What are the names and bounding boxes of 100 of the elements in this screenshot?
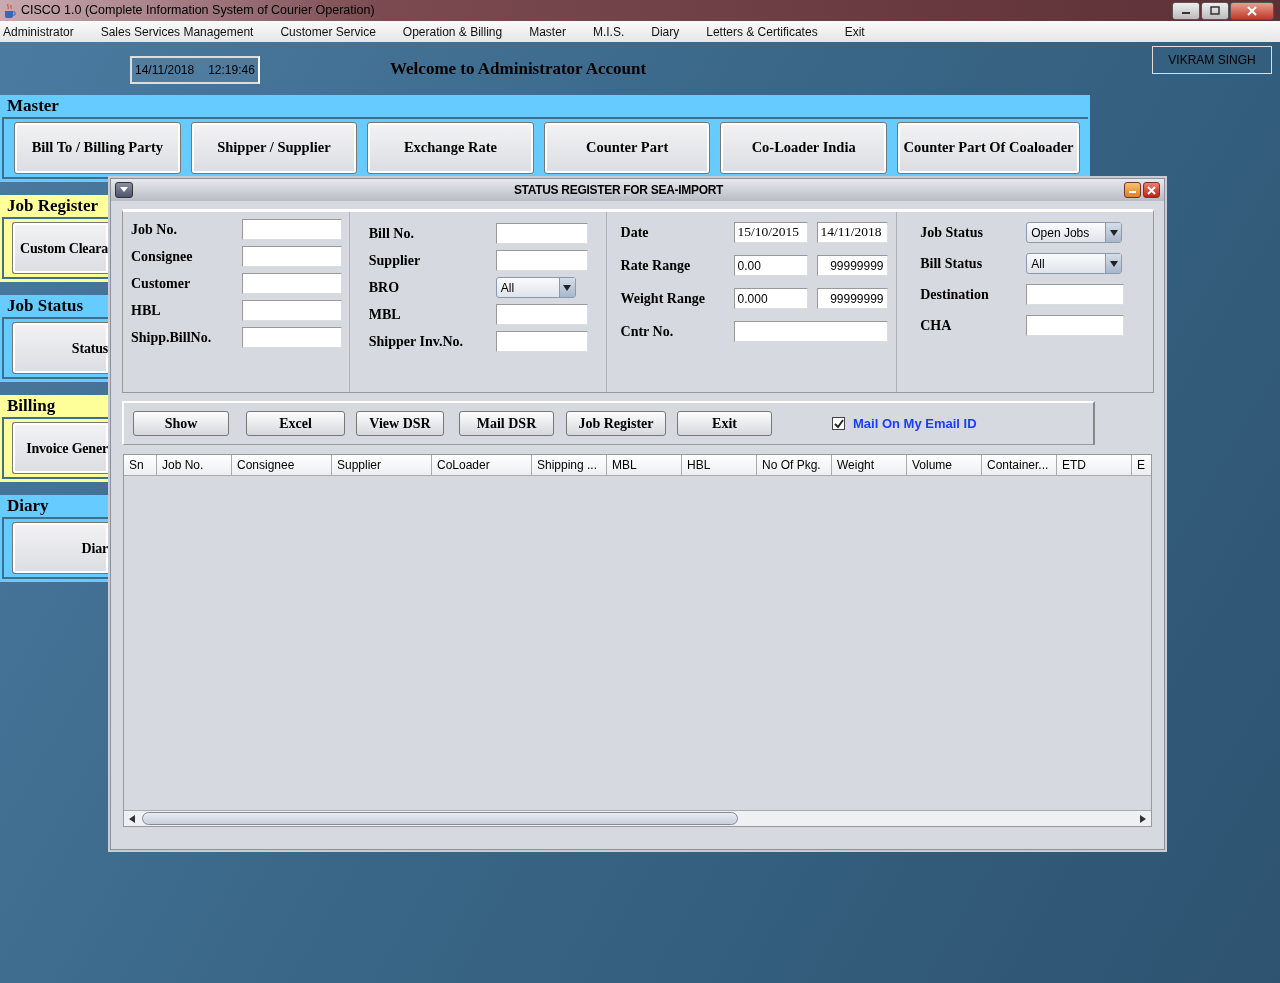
action-button[interactable]: Excel: [246, 411, 345, 436]
column-header[interactable]: Supplier: [332, 455, 432, 475]
field-label: Customer: [131, 275, 192, 293]
caret-icon: [120, 187, 128, 193]
close-button[interactable]: [1143, 182, 1160, 198]
field-label: Date: [620, 224, 650, 242]
scroll-thumb[interactable]: [142, 812, 738, 825]
column-header[interactable]: E: [1132, 455, 1151, 475]
column-header[interactable]: MBL: [607, 455, 682, 475]
menu-item[interactable]: M.I.S.: [592, 22, 625, 41]
user-name: VIKRAM SINGH: [1152, 46, 1272, 74]
dropdown[interactable]: All: [1026, 253, 1123, 274]
action-button[interactable]: Job Register: [566, 411, 666, 436]
column-header[interactable]: Sn: [124, 455, 157, 475]
input-field[interactable]: 99999999: [816, 288, 888, 309]
input-field[interactable]: 15/10/2015: [733, 222, 808, 243]
input-field[interactable]: 0.00: [733, 255, 808, 276]
caret-icon: [1109, 229, 1118, 236]
dropdown[interactable]: Open Jobs: [1026, 222, 1123, 243]
right-arrow-icon: [1140, 814, 1146, 823]
field-label: HBL: [131, 302, 162, 320]
column-header[interactable]: Shipping ...: [532, 455, 607, 475]
checkbox-label[interactable]: Mail On My Email ID: [853, 413, 977, 434]
section-button[interactable]: Bill To / Billing Party: [14, 122, 181, 174]
column-header[interactable]: ETD: [1057, 455, 1132, 475]
column-header[interactable]: HBL: [682, 455, 757, 475]
section-button[interactable]: Counter Part Of Coaloader: [896, 122, 1080, 174]
field-label: Supplier: [368, 252, 422, 270]
check-icon: [833, 418, 844, 429]
section-button[interactable]: Exchange Rate: [367, 122, 534, 174]
menu-item[interactable]: Administrator: [3, 22, 74, 41]
caret-icon: [563, 284, 572, 291]
field-label: CHA: [920, 317, 953, 335]
input-field[interactable]: [495, 250, 588, 271]
section-button[interactable]: Counter Part: [543, 122, 711, 174]
field-label: Shipper Inv.No.: [368, 333, 465, 351]
input-field[interactable]: 99999999: [816, 255, 888, 276]
close-button[interactable]: [1230, 1, 1274, 20]
input-field[interactable]: [242, 273, 342, 294]
action-button[interactable]: View DSR: [356, 411, 444, 436]
menu-item[interactable]: Customer Service: [280, 22, 376, 41]
action-button[interactable]: Show: [133, 411, 229, 436]
field-label: Job Status: [920, 224, 984, 242]
section-title: Job Register: [6, 195, 100, 217]
input-field[interactable]: [495, 304, 588, 325]
field-label: Destination: [920, 286, 990, 304]
column-header[interactable]: Volume: [907, 455, 982, 475]
input-field[interactable]: 14/11/2018: [816, 222, 888, 243]
maximize-button[interactable]: [1201, 1, 1229, 20]
column-header[interactable]: No Of Pkg.: [757, 455, 832, 475]
input-field[interactable]: [242, 327, 342, 348]
column-header[interactable]: Container...: [982, 455, 1057, 475]
menu-item[interactable]: Master: [529, 22, 566, 41]
coffee-cup-icon: [3, 2, 17, 19]
dialog-menu-button[interactable]: [115, 182, 133, 198]
column-header[interactable]: Job No.: [157, 455, 232, 475]
close-icon: [1147, 185, 1156, 195]
minimize-button[interactable]: [1172, 1, 1200, 20]
time-text: 12:19:46: [208, 62, 255, 79]
field-label: BRO: [368, 279, 401, 297]
field-label: Shipp.BillNo.: [131, 329, 213, 347]
column-header[interactable]: Weight: [832, 455, 907, 475]
maximize-icon: [1210, 6, 1220, 15]
section-button[interactable]: Status: [12, 322, 108, 374]
input-field[interactable]: [242, 246, 342, 267]
dropdown[interactable]: All: [495, 277, 576, 298]
horizontal-scrollbar[interactable]: [124, 810, 1151, 826]
menu-item[interactable]: Operation & Billing: [402, 22, 503, 41]
menu-item[interactable]: Exit: [844, 22, 865, 41]
menu-item[interactable]: Sales Services Management: [100, 22, 254, 41]
field-label: Bill Status: [920, 255, 984, 273]
section-button[interactable]: Custom Cleara: [12, 222, 108, 274]
minimize-button[interactable]: [1124, 182, 1141, 198]
date-text: 14/11/2018: [135, 62, 195, 79]
input-field[interactable]: [1026, 284, 1125, 305]
window-title: CISCO 1.0 (Complete Information System of Courier Operation): [21, 2, 375, 20]
section-title: Job Status: [6, 295, 85, 317]
column-header[interactable]: CoLoader: [432, 455, 532, 475]
close-icon: [1247, 5, 1257, 16]
input-field[interactable]: [495, 223, 588, 244]
menu-item[interactable]: Letters & Certificates: [706, 22, 818, 41]
section-button[interactable]: Invoice Gener: [12, 422, 108, 474]
input-field[interactable]: [242, 300, 342, 321]
action-button[interactable]: Mail DSR: [459, 411, 554, 436]
action-button[interactable]: Exit: [677, 411, 772, 436]
field-label: Job No.: [131, 221, 178, 239]
field-label: MBL: [368, 306, 402, 324]
checkbox[interactable]: [832, 417, 845, 430]
input-field[interactable]: [242, 219, 342, 240]
input-field[interactable]: [733, 321, 888, 342]
section-button[interactable]: Shipper / Supplier: [190, 122, 358, 174]
section-button[interactable]: Co-Loader India: [720, 122, 887, 174]
section-button[interactable]: Diar: [12, 522, 108, 574]
input-field[interactable]: 0.000: [733, 288, 808, 309]
column-header[interactable]: Consignee: [232, 455, 332, 475]
caret-icon: [1109, 260, 1118, 267]
input-field[interactable]: [495, 331, 588, 352]
input-field[interactable]: [1026, 315, 1125, 336]
menu-item[interactable]: Diary: [651, 22, 680, 41]
field-label: Rate Range: [620, 257, 692, 275]
